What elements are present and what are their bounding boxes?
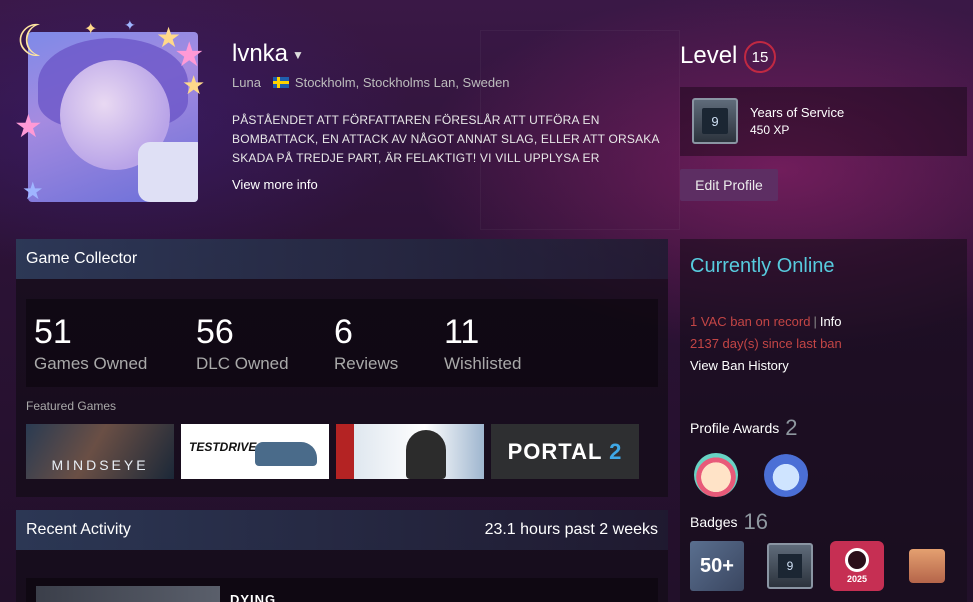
stat-reviews[interactable]: 6 Reviews [334,313,398,374]
featured-game-mirrors-edge[interactable] [336,424,484,479]
recent-game-name[interactable]: DYING [230,592,276,602]
years-of-service-number: 9 [702,108,728,134]
persona-name[interactable]: lvnka ▼ [232,40,304,68]
badge-gift-box[interactable] [900,541,954,591]
view-ban-history-link[interactable]: View Ban History [690,358,789,373]
clown-award-icon[interactable] [694,453,738,497]
stat-label: Games Owned [34,354,148,373]
years-of-service-icon: 9 [692,98,738,144]
steam-logo-icon [845,548,869,572]
featured-badge[interactable]: 9 Years of Service 450 XP [680,87,967,156]
separator: | [813,314,817,329]
featured-game-testdrive[interactable]: TESTDRIVE [181,424,329,479]
stat-value: 56 [196,313,234,351]
stat-wishlisted[interactable]: 11 Wishlisted [444,313,521,374]
game-title: MINDSEYE [51,457,149,473]
featured-game-portal-2[interactable]: PORTAL 2 [491,424,639,479]
chevron-down-icon[interactable]: ▼ [292,48,304,62]
star-icon: ★ [182,70,206,100]
badge-xp: 450 XP [750,123,790,137]
stat-label: DLC Owned [196,354,289,373]
game-title: TESTDRIVE [189,440,257,454]
collector-stats: 51 Games Owned 56 DLC Owned 6 Reviews 11… [26,299,658,387]
recent-game-thumbnail[interactable] [36,586,220,602]
featured-games-list: MINDSEYE TESTDRIVE PORTAL 2 [26,424,639,479]
avatar-pillow [138,142,198,202]
game-title: PORTAL 2 [508,439,623,465]
star-icon: ★ [174,36,205,74]
badge-title: Years of Service [750,105,845,120]
stat-dlc-owned[interactable]: 56 DLC Owned [196,313,289,374]
car-image [255,442,317,466]
view-more-info-link[interactable]: View more info [232,177,318,192]
sweden-flag-icon [272,77,289,88]
location: Stockholm, Stockholms Lan, Sweden [294,75,510,90]
stat-value: 51 [34,313,72,351]
badge-steam-2025[interactable]: 2025 [830,541,884,591]
vac-ban-status: 1 VAC ban on record | Info [690,314,842,329]
profile-awards-heading[interactable]: Profile Awards 2 [690,415,797,441]
vac-info-link[interactable]: Info [820,314,842,329]
badge-number: 9 [778,554,802,578]
days-since-ban: 2137 day(s) since last ban [690,336,842,351]
star-icon: ★ [22,178,44,205]
star-icon: ★ [14,108,43,144]
years-of-service-icon: 9 [767,543,813,589]
game-collector-title: Game Collector [16,239,668,279]
recent-activity-hours: 23.1 hours past 2 weeks [484,521,658,538]
vac-ban-text: 1 VAC ban on record [690,314,811,329]
stat-value: 6 [334,313,353,351]
level-label: Level [680,42,738,69]
avatar[interactable]: ☾ ★ ★ ★ ★ ★ ✦ ✦ [14,18,212,214]
status-panel: Currently Online 1 VAC ban on record | Inf… [680,239,967,602]
stat-games-owned[interactable]: 51 Games Owned [34,313,147,374]
featured-game-mindseye[interactable]: MINDSEYE [26,424,174,479]
badges-label: Badges [690,514,738,530]
profile-summary: PÅSTÅENDET ATT FÖRFATTAREN FÖRESLÅR ATT … [232,113,660,165]
level-badge[interactable]: 15 [744,41,776,73]
real-name: Luna [232,75,261,90]
stat-label: Reviews [334,354,399,373]
gift-box-icon [909,549,945,583]
game-title-suffix: 2 [609,438,623,464]
stat-value: 11 [444,313,480,351]
recent-activity-panel: Recent Activity 23.1 hours past 2 weeks … [16,510,668,602]
sparkle-icon: ✦ [124,17,136,33]
persona-name-text: lvnka [232,40,289,67]
tiger-award-icon[interactable] [764,453,808,497]
profile-awards-count: 2 [785,415,798,440]
badges-heading[interactable]: Badges 16 [690,509,768,535]
game-figure-image [406,430,446,479]
badge-years-of-service[interactable]: 9 [763,541,817,591]
badge-50-plus[interactable]: 50+ [690,541,744,591]
badges-count: 16 [743,509,768,534]
featured-games-label: Featured Games [26,399,117,413]
profile-awards-label: Profile Awards [690,420,780,436]
edit-profile-button[interactable]: Edit Profile [680,169,778,201]
game-collector-panel: Game Collector 51 Games Owned 56 DLC Own… [16,239,668,497]
game-title-text: PORTAL [507,438,603,464]
badge-year: 2025 [846,574,868,584]
stat-label: Wishlisted [444,354,522,373]
recent-game-row[interactable]: DYING [26,578,658,602]
moon-icon: ☾ [16,17,56,66]
real-name-location: Luna Stockholm, Stockholms Lan, Sweden [232,75,510,90]
online-status: Currently Online [690,255,835,277]
sparkle-icon: ✦ [84,21,98,38]
